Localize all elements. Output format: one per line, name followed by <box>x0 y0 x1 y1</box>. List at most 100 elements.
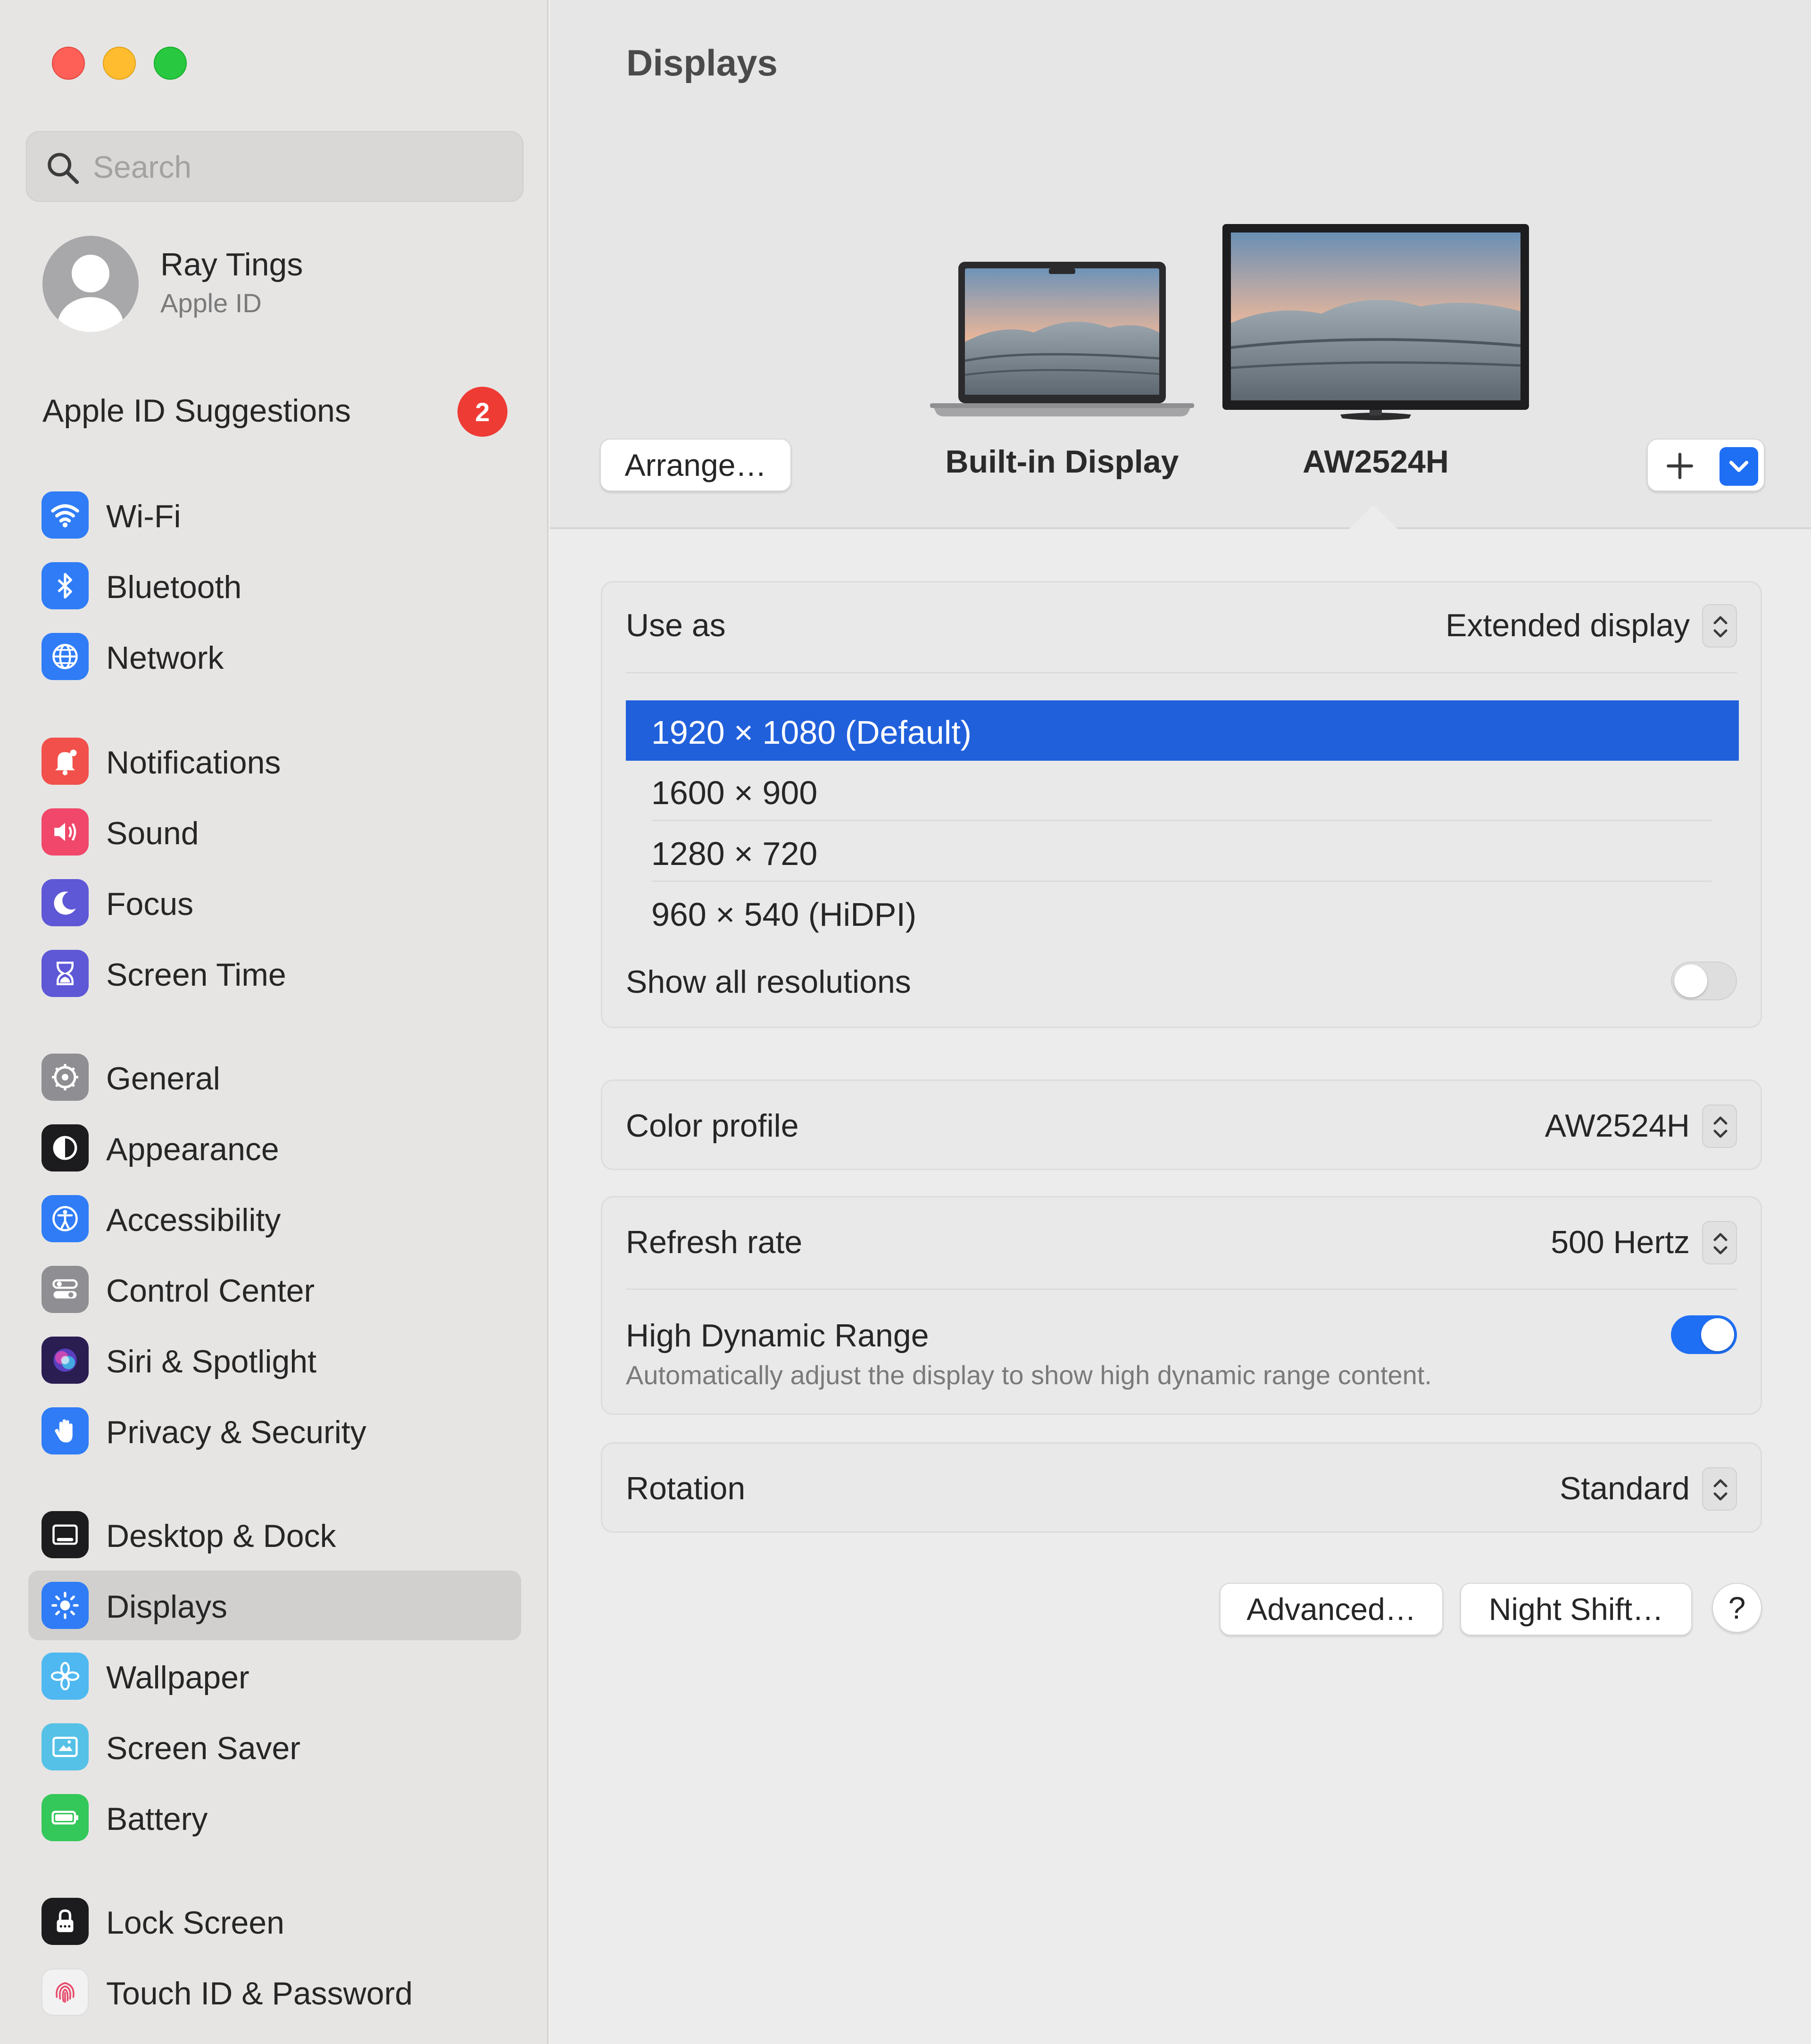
resolution-label: 960 × 540 (HiDPI) <box>651 896 917 933</box>
sidebar-item-notifications[interactable]: Notifications <box>28 726 521 796</box>
speaker-icon <box>42 808 89 856</box>
rotation-value[interactable]: Standard <box>1560 1470 1690 1507</box>
sidebar-item-accessibility[interactable]: Accessibility <box>28 1184 521 1254</box>
sidebar-item-touch-id-password[interactable]: Touch ID & Password <box>28 1957 521 2027</box>
sidebar-item-label: Siri & Spotlight <box>106 1344 316 1379</box>
toggle-knob <box>1674 964 1707 997</box>
page-title: Displays <box>626 42 778 83</box>
resolution-option[interactable]: 960 × 540 (HiDPI) <box>626 882 1739 943</box>
apple-id-profile[interactable]: Ray Tings Apple ID <box>42 236 514 335</box>
rotation-card: Rotation Standard <box>601 1442 1762 1533</box>
sidebar-item-screen-saver[interactable]: Screen Saver <box>28 1712 521 1782</box>
sidebar-item-label: Touch ID & Password <box>106 1976 413 2011</box>
sidebar-item-label: Focus <box>106 886 194 922</box>
hdr-description: Automatically adjust the display to show… <box>626 1360 1432 1390</box>
built-in-display-thumbnail[interactable] <box>930 262 1194 417</box>
hand-icon <box>42 1407 89 1454</box>
up-down-chevron-icon <box>1713 1233 1728 1255</box>
battery-icon <box>42 1794 89 1841</box>
sidebar-item-label: Sound <box>106 815 199 851</box>
sidebar-item-label: Control Center <box>106 1273 315 1309</box>
sidebar-item-focus[interactable]: Focus <box>28 868 521 938</box>
plus-icon[interactable] <box>1662 448 1698 484</box>
arrange-button[interactable]: Arrange… <box>600 439 791 491</box>
notification-badge: 2 <box>457 387 507 437</box>
sidebar-item-label: Wi-Fi <box>106 499 181 534</box>
built-in-display-label[interactable]: Built-in Display <box>930 443 1194 480</box>
resolution-option[interactable]: 1600 × 900 <box>626 761 1739 821</box>
divider <box>626 1288 1737 1290</box>
use-as-popup-button[interactable] <box>1702 604 1737 648</box>
divider <box>651 881 1711 882</box>
sidebar-item-label: Appearance <box>106 1131 279 1167</box>
sidebar-item-general[interactable]: General <box>28 1042 521 1112</box>
sidebar-item-control-center[interactable]: Control Center <box>28 1255 521 1324</box>
use-as-value[interactable]: Extended display <box>1445 607 1690 644</box>
resolution-option[interactable]: 1280 × 720 <box>626 822 1739 882</box>
aw2524h-display-label[interactable]: AW2524H <box>1222 443 1529 480</box>
help-button[interactable]: ? <box>1712 1583 1762 1633</box>
sidebar-item-label: Desktop & Dock <box>106 1518 336 1554</box>
refresh-rate-label: Refresh rate <box>626 1224 803 1260</box>
sun-icon <box>42 1582 89 1629</box>
color-profile-popup-button[interactable] <box>1702 1105 1737 1148</box>
apple-id-suggestions[interactable]: Apple ID Suggestions 2 <box>42 387 514 439</box>
rotation-label: Rotation <box>626 1471 746 1506</box>
sidebar-item-privacy-security[interactable]: Privacy & Security <box>28 1396 521 1466</box>
sidebar-item-label: Screen Time <box>106 957 286 993</box>
sidebar-item-label: Lock Screen <box>106 1905 284 1941</box>
resolution-option-selected[interactable]: 1920 × 1080 (Default) <box>626 700 1739 761</box>
show-all-resolutions-toggle[interactable] <box>1671 962 1737 1000</box>
sidebar: Ray Tings Apple ID Apple ID Suggestions … <box>0 0 548 2044</box>
color-profile-value[interactable]: AW2524H <box>1545 1107 1690 1144</box>
sidebar-item-label: Bluetooth <box>106 569 242 605</box>
siri-icon <box>42 1337 89 1384</box>
advanced-button[interactable]: Advanced… <box>1220 1583 1443 1636</box>
zoom-window-button[interactable] <box>154 47 187 80</box>
refresh-rate-popup-button[interactable] <box>1702 1221 1737 1264</box>
sidebar-item-appearance[interactable]: Appearance <box>28 1113 521 1183</box>
add-display-menu[interactable] <box>1647 439 1765 491</box>
resolution-label: 1280 × 720 <box>651 835 818 872</box>
sidebar-item-network[interactable]: Network <box>28 622 521 691</box>
night-shift-button[interactable]: Night Shift… <box>1460 1583 1692 1636</box>
sidebar-item-sound[interactable]: Sound <box>28 797 521 867</box>
displays-pane: Displays Arrange… Built-in Display AW252… <box>550 0 1811 2044</box>
sidebar-item-screen-time[interactable]: Screen Time <box>28 939 521 1008</box>
appearance-icon <box>42 1124 89 1172</box>
selected-display-pointer <box>1347 505 1400 531</box>
use-as-label: Use as <box>626 607 726 643</box>
laptop-icon <box>930 262 1194 416</box>
wifi-icon <box>42 491 89 539</box>
gear-icon <box>42 1054 89 1101</box>
sidebar-item-wifi[interactable]: Wi-Fi <box>28 480 521 550</box>
hdr-toggle[interactable] <box>1671 1315 1737 1354</box>
search-field[interactable] <box>26 131 523 202</box>
minimize-window-button[interactable] <box>103 47 136 80</box>
sidebar-item-siri-spotlight[interactable]: Siri & Spotlight <box>28 1325 521 1395</box>
sidebar-item-label: General <box>106 1061 220 1097</box>
refresh-rate-value[interactable]: 500 Hertz <box>1551 1224 1690 1261</box>
control-center-icon <box>42 1266 89 1313</box>
chevron-down-icon[interactable] <box>1720 447 1758 486</box>
sidebar-item-displays[interactable]: Displays <box>28 1570 521 1640</box>
color-profile-label: Color profile <box>626 1108 799 1144</box>
search-icon <box>48 153 79 184</box>
sidebar-item-battery[interactable]: Battery <box>28 1783 521 1853</box>
sidebar-item-lock-screen[interactable]: Lock Screen <box>28 1886 521 1956</box>
resolution-label: 1920 × 1080 (Default) <box>651 714 972 751</box>
sidebar-item-desktop-dock[interactable]: Desktop & Dock <box>28 1500 521 1570</box>
sidebar-item-label: Wallpaper <box>106 1660 249 1695</box>
sidebar-item-wallpaper[interactable]: Wallpaper <box>28 1641 521 1711</box>
lock-icon <box>42 1898 89 1945</box>
display-arrangement-header: Displays Arrange… Built-in Display AW252… <box>550 0 1811 531</box>
close-window-button[interactable] <box>52 47 85 80</box>
search-input[interactable] <box>93 141 508 192</box>
refresh-hdr-card: Refresh rate 500 Hertz High Dynamic Rang… <box>601 1196 1762 1415</box>
sidebar-item-bluetooth[interactable]: Bluetooth <box>28 551 521 621</box>
profile-subtitle: Apple ID <box>160 288 262 318</box>
hdr-label: High Dynamic Range <box>626 1318 929 1354</box>
up-down-chevron-icon <box>1713 1116 1728 1138</box>
aw2524h-display-thumbnail[interactable] <box>1222 224 1529 422</box>
rotation-popup-button[interactable] <box>1702 1467 1737 1511</box>
